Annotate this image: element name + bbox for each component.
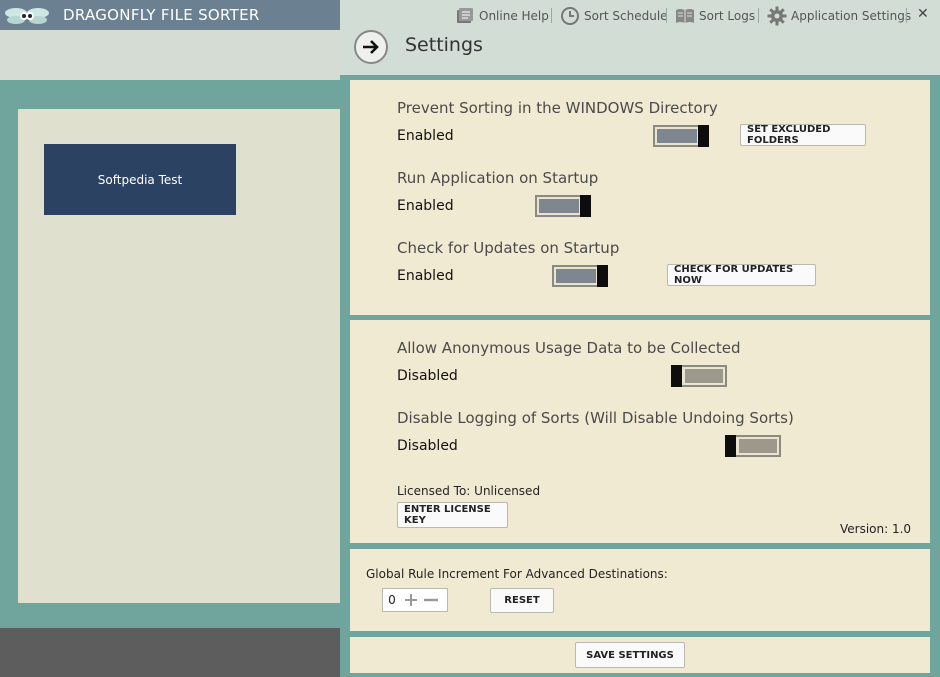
application-settings-link[interactable]: Application Settings [767,5,911,27]
toolbar-divider [758,8,759,23]
minus-icon[interactable] [421,589,441,611]
left-header-band [0,30,340,80]
increment-stepper: 0 [382,588,448,612]
setting-state: Enabled [397,198,454,214]
setting-state: Enabled [397,128,454,144]
close-button[interactable]: ✕ [917,6,929,22]
prevent-windows-sorting-toggle[interactable] [653,125,709,147]
online-help-label: Online Help [479,9,549,23]
save-settings-button[interactable]: SAVE SETTINGS [575,642,685,668]
arrow-right-icon [363,40,379,54]
page-title: Settings [405,34,483,56]
sort-logs-link[interactable]: Sort Logs [675,5,755,27]
enter-license-key-button[interactable]: ENTER LICENSE KEY [397,502,508,528]
set-excluded-folders-button[interactable]: SET EXCLUDED FOLDERS [740,124,866,146]
reset-button[interactable]: RESET [490,588,554,613]
check-for-updates-button[interactable]: CHECK FOR UPDATES NOW [667,264,816,286]
increment-label: Global Rule Increment For Advanced Desti… [366,567,668,581]
setting-title: Run Application on Startup [397,169,599,187]
setting-title: Allow Anonymous Usage Data to be Collect… [397,339,741,357]
license-label: Licensed To: Unlicensed [397,484,541,498]
anonymous-usage-toggle[interactable] [671,365,727,387]
gear-icon [767,6,787,26]
sort-schedule-label: Sort Schedule [584,9,668,23]
setting-state: Enabled [397,268,454,284]
clock-icon [561,7,579,25]
plus-icon[interactable] [401,589,421,611]
application-settings-label: Application Settings [791,9,912,23]
toolbar-divider [551,8,552,23]
check-updates-toggle[interactable] [552,265,608,287]
setting-title: Prevent Sorting in the WINDOWS Directory [397,99,718,117]
disable-logging-toggle[interactable] [725,435,781,457]
dragonfly-logo-icon [5,8,49,24]
open-book-icon [676,9,694,23]
help-book-icon [457,8,473,23]
stepper-value[interactable]: 0 [383,593,401,607]
setting-title: Check for Updates on Startup [397,239,620,257]
setting-state: Disabled [397,368,458,384]
profile-tile[interactable]: Softpedia Test [44,144,236,215]
setting-state: Disabled [397,438,458,454]
toolbar-divider [906,8,907,23]
title-bar: DRAGONFLY FILE SORTER [0,0,340,30]
setting-title: Disable Logging of Sorts (Will Disable U… [397,409,794,427]
sort-logs-label: Sort Logs [699,9,756,23]
run-on-startup-toggle[interactable] [535,195,591,217]
toolbar-divider [666,8,667,23]
online-help-link[interactable]: Online Help [455,5,549,27]
app-title: DRAGONFLY FILE SORTER [63,6,260,24]
sort-schedule-link[interactable]: Sort Schedule [560,5,668,27]
version-label: Version: 1.0 [840,522,912,536]
back-button[interactable] [354,30,388,64]
left-footer [0,628,340,677]
